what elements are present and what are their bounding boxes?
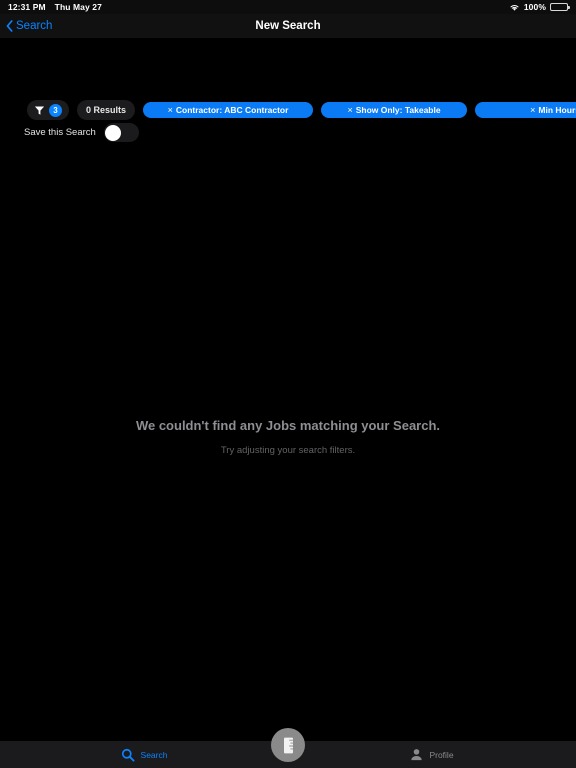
status-time: 12:31 PM (8, 2, 46, 12)
app-screen: 12:31 PM Thu May 27 100% Search New Sear… (0, 0, 576, 768)
filter-count-badge: 3 (49, 103, 62, 117)
tab-search[interactable]: Search (0, 741, 288, 768)
battery-percent: 100% (523, 2, 546, 12)
ruler-icon (283, 737, 294, 754)
save-search-label: Save this Search (24, 127, 96, 138)
status-date: Thu May 27 (54, 2, 102, 12)
status-bar: 12:31 PM Thu May 27 100% (0, 0, 576, 14)
filter-chip-label: Contractor: ABC Contractor (175, 105, 289, 115)
search-icon (121, 748, 135, 762)
funnel-icon (34, 105, 45, 116)
nav-bar: Search New Search (0, 14, 576, 38)
measure-button[interactable] (271, 728, 305, 762)
filter-chip-show-only[interactable]: × Show Only: Takeable (321, 102, 468, 118)
tab-search-label: Search (140, 749, 168, 760)
save-search-toggle[interactable] (103, 123, 139, 142)
tab-bar: Search Profile (0, 728, 576, 768)
filter-chip-contractor[interactable]: × Contractor: ABC Contractor (143, 102, 314, 118)
close-icon[interactable]: × (168, 105, 173, 115)
wifi-icon (509, 3, 520, 12)
toggle-knob (105, 124, 122, 141)
filter-chip-row: 3 0 Results × Contractor: ABC Contractor… (0, 100, 576, 120)
filter-button[interactable]: 3 (27, 100, 69, 120)
empty-state: We couldn't find any Jobs matching your … (0, 418, 576, 456)
status-bar-right: 100% (509, 2, 570, 12)
close-icon[interactable]: × (347, 105, 352, 115)
battery-full-icon (550, 2, 570, 12)
back-button-label: Search (16, 20, 53, 32)
empty-state-subtitle: Try adjusting your search filters. (220, 445, 356, 456)
page-title: New Search (255, 20, 321, 32)
close-icon[interactable]: × (530, 105, 535, 115)
back-button[interactable]: Search (6, 14, 52, 38)
person-icon (410, 748, 423, 761)
status-bar-left: 12:31 PM Thu May 27 (8, 2, 102, 12)
tab-profile[interactable]: Profile (288, 741, 576, 768)
save-search-row: Save this Search (24, 123, 139, 142)
filter-chip-min-hours[interactable]: × Min Hours: 5 (475, 102, 576, 118)
results-count-pill[interactable]: 0 Results (77, 100, 136, 120)
tab-profile-label: Profile (429, 749, 454, 760)
filter-chip-label: Min Hours: 5 (538, 105, 576, 115)
chevron-left-icon (6, 20, 13, 32)
filter-chip-label: Show Only: Takeable (355, 105, 441, 115)
empty-state-title: We couldn't find any Jobs matching your … (135, 418, 441, 433)
